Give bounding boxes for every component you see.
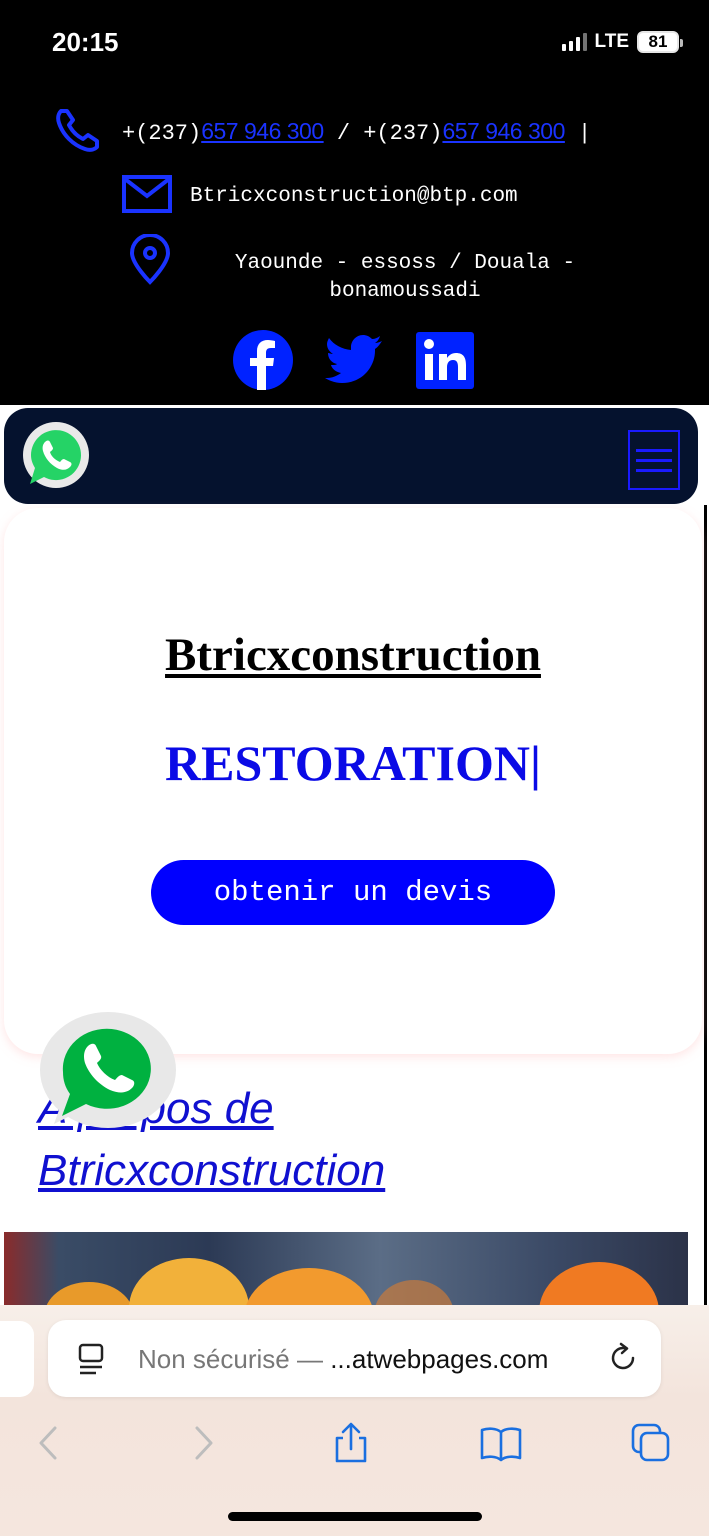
battery-level: 81 [648, 32, 668, 51]
hero-subtitle: RESTORATION| [165, 735, 541, 791]
phone-link-1[interactable]: 657 946 300 [201, 118, 324, 144]
linkedin-icon[interactable] [416, 332, 474, 389]
url-text: Non sécurisé — ...atwebpages.com [138, 1344, 548, 1375]
battery-icon: 81 [637, 31, 683, 53]
home-indicator [228, 1512, 482, 1521]
about-photo [4, 1232, 688, 1312]
back-icon[interactable] [28, 1422, 70, 1464]
phone-suffix: | [564, 121, 592, 146]
address-bar[interactable]: Non sécurisé — ...atwebpages.com [48, 1320, 661, 1397]
hero-title: Btricxconstruction [165, 629, 541, 681]
location-pin-icon [129, 234, 171, 285]
nav-bar [4, 408, 698, 504]
photo-shape [129, 1258, 249, 1312]
hamburger-line [636, 468, 672, 472]
phone-prefix-1: +(237) [122, 121, 202, 146]
address: Yaounde - essoss / Douala - bonamoussadi [190, 250, 620, 306]
phone-prefix-2: +(237) [363, 121, 443, 146]
email-address[interactable]: Btricxconstruction@btp.com [190, 185, 518, 208]
bookmarks-icon[interactable] [480, 1422, 522, 1464]
status-time: 20:15 [52, 27, 119, 57]
twitter-icon[interactable] [325, 335, 383, 385]
phone-numbers: +(237)657 946 300 / +(237)657 946 300 | [122, 118, 591, 146]
address-line-2: bonamoussadi [329, 280, 481, 303]
url-domain: ...atwebpages.com [330, 1344, 549, 1374]
social-links [0, 330, 709, 390]
quote-button[interactable]: obtenir un devis [151, 860, 555, 925]
signal-icon [561, 33, 587, 51]
tabs-icon[interactable] [630, 1422, 672, 1464]
hamburger-line [636, 458, 672, 462]
phone-separator: / [323, 121, 364, 146]
status-indicators: LTE 81 [561, 31, 683, 53]
reload-icon[interactable] [607, 1342, 639, 1374]
mail-icon [122, 175, 172, 213]
previous-tab-preview[interactable] [0, 1321, 34, 1397]
share-icon[interactable] [330, 1422, 372, 1464]
hero-card: Btricxconstruction RESTORATION| obtenir … [4, 508, 702, 1054]
about-heading-line-2: Btricxconstruction [38, 1146, 386, 1195]
whatsapp-icon[interactable] [20, 420, 92, 492]
hamburger-line [636, 448, 672, 452]
url-security-label: Non sécurisé — [138, 1344, 331, 1374]
facebook-icon[interactable] [233, 330, 293, 390]
whatsapp-float-icon[interactable] [36, 1012, 176, 1132]
address-line-1: Yaounde - essoss / Douala - [234, 252, 576, 275]
network-label: LTE [594, 31, 629, 52]
page-edge [704, 505, 707, 1305]
forward-icon[interactable] [182, 1422, 224, 1464]
contact-header: 20:15 LTE 81 +(237)657 946 300 / +(237)6… [0, 0, 709, 405]
browser-toolbar: Non sécurisé — ...atwebpages.com [0, 1305, 709, 1536]
phone-icon [56, 109, 99, 152]
menu-toggle-button[interactable] [628, 430, 680, 490]
phone-link-2[interactable]: 657 946 300 [442, 118, 565, 144]
page-menu-icon[interactable] [76, 1342, 106, 1376]
